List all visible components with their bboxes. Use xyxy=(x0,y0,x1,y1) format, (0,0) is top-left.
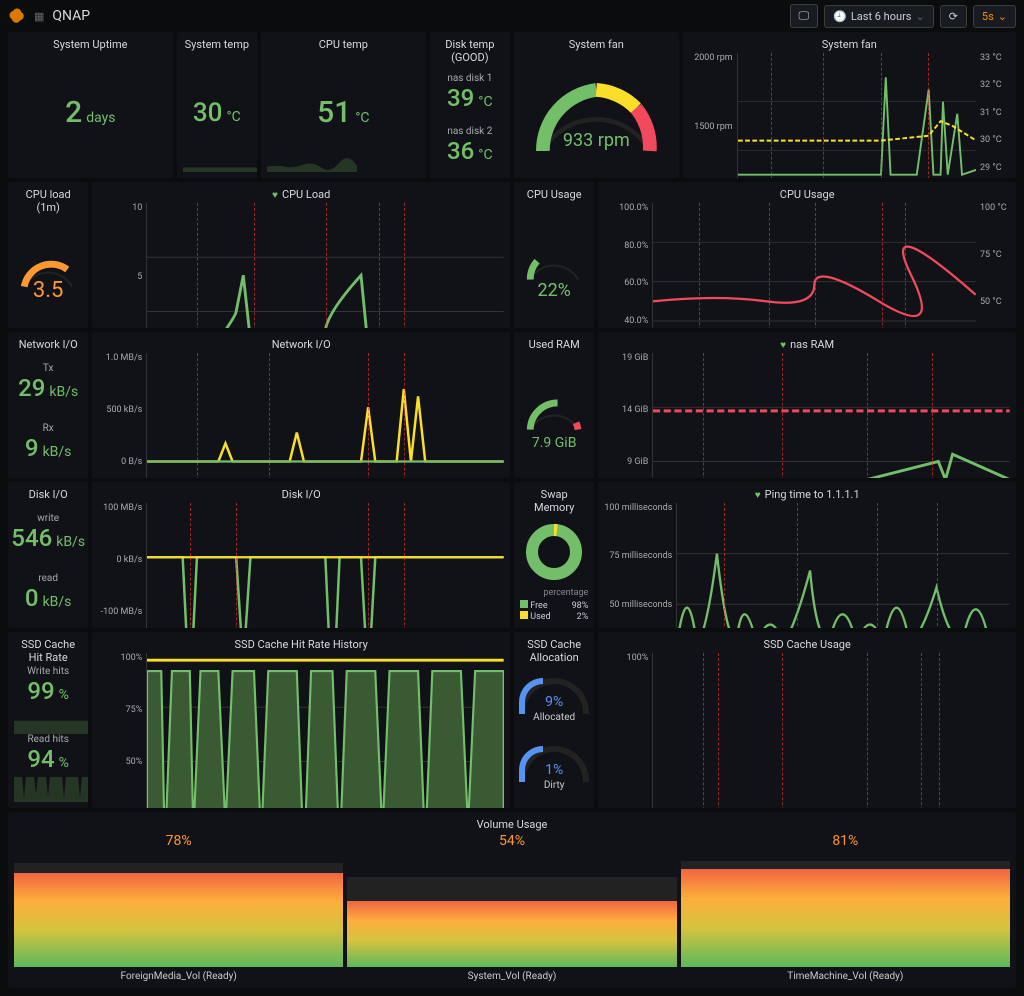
panel-title: SSD Cache Hit Rate History xyxy=(98,638,504,651)
panel-title: Used RAM xyxy=(520,338,588,351)
y-axis-left: 100.0%80.0%60.0%40.0%20.0%0% xyxy=(604,203,652,328)
time-range-button[interactable]: 🕘 Last 6 hours ⌄ xyxy=(824,5,934,28)
volume-item: 78% ForeignMedia_Vol (Ready) xyxy=(14,833,343,982)
panel-title: CPU temp xyxy=(267,38,420,51)
panel-title: CPU Usage xyxy=(604,188,1010,201)
graph-area[interactable] xyxy=(146,503,504,628)
dashboard-title[interactable]: QNAP xyxy=(52,8,90,24)
panel-title: ♥nas RAM xyxy=(604,338,1010,351)
panel-title: System fan xyxy=(689,38,1010,51)
sparkline xyxy=(14,712,88,734)
panel-title: System fan xyxy=(520,38,673,51)
graph-area[interactable] xyxy=(652,203,976,328)
panel-net-io-graph[interactable]: Network I/O 1.0 MB/s500 kB/s0 B/s-500 kB… xyxy=(92,332,510,478)
page-header: ▦ QNAP 🖵 🕘 Last 6 hours ⌄ ⟳ 5s ⌄ xyxy=(0,0,1024,32)
panel-title: Disk I/O xyxy=(14,488,82,501)
y-axis-left: 100%75%50%25%0% xyxy=(98,653,146,808)
panel-title: System Uptime xyxy=(14,38,167,51)
panel-title: Disk temp (GOOD) xyxy=(436,38,504,64)
refresh-button[interactable]: ⟳ xyxy=(940,5,967,28)
volume-item: 81% TimeMachine_Vol (Ready) xyxy=(681,833,1010,982)
heart-icon: ♥ xyxy=(780,340,786,351)
panel-title: CPU Usage xyxy=(520,188,588,201)
panel-title: Swap Memory xyxy=(520,488,588,514)
volume-bar xyxy=(347,877,676,967)
panel-disk-io-graph[interactable]: Disk I/O 100 MB/s0 kB/s-100 MB/s-200 MB/… xyxy=(92,482,510,628)
panel-ping-graph[interactable]: ♥Ping time to 1.1.1.1 100 milliseconds75… xyxy=(598,482,1016,628)
panel-title: SSD Cache Allocation xyxy=(520,638,588,664)
graph-area[interactable] xyxy=(652,353,1010,478)
gauge-value: 22% xyxy=(520,280,588,301)
panel-net-io-stat[interactable]: Network I/O Tx29kB/s Rx9kB/s xyxy=(8,332,88,478)
panel-used-ram-gauge[interactable]: Used RAM 7.9 GiB xyxy=(514,332,594,478)
panel-swap[interactable]: Swap Memory percentage Free98% Used2% xyxy=(514,482,594,628)
panel-ssd-hit-stat[interactable]: SSD Cache Hit Rate Write hits99% Read hi… xyxy=(8,632,88,808)
panel-system-fan-graph[interactable]: System fan 2000 rpm1500 rpm1000 rpm 33 °… xyxy=(683,32,1016,178)
panel-title: ♥CPU Load xyxy=(98,188,504,201)
y-axis-left: 19 GiB14 GiB9 GiB5 GiB0 B xyxy=(604,353,652,478)
gauge-icon xyxy=(520,242,588,283)
sparkline xyxy=(267,154,357,172)
panel-system-fan-gauge[interactable]: System fan 933 rpm xyxy=(514,32,679,178)
panel-title: SSD Cache Hit Rate xyxy=(14,638,82,664)
gauge-icon xyxy=(520,392,588,433)
panel-cpu-usage-graph[interactable]: CPU Usage 100.0%80.0%60.0%40.0%20.0%0% 1… xyxy=(598,182,1016,328)
panel-title: SSD Cache Usage xyxy=(604,638,1010,651)
volume-item: 54% System_Vol (Ready) xyxy=(347,833,676,982)
panel-disk-io-stat[interactable]: Disk I/O write546kB/s read0kB/s xyxy=(8,482,88,628)
heart-icon: ♥ xyxy=(272,190,278,201)
grafana-logo-icon xyxy=(8,7,26,25)
graph-area[interactable] xyxy=(146,203,504,328)
y-axis-left: 100%0% xyxy=(604,653,652,808)
gauge-value: 933 rpm xyxy=(520,130,673,151)
panel-title: System temp xyxy=(183,38,251,51)
graph-area[interactable] xyxy=(652,653,1010,808)
graph-area[interactable] xyxy=(146,653,504,808)
gauge-value: 3.5 xyxy=(14,278,82,303)
graph-area[interactable] xyxy=(676,503,1010,628)
panel-ssd-usage[interactable]: SSD Cache Usage 100%0% 16:0017:0018:0019… xyxy=(598,632,1016,808)
y-axis-left: 1050-5 xyxy=(98,203,146,328)
panel-title: Volume Usage xyxy=(14,818,1010,831)
dashboard-icon[interactable]: ▦ xyxy=(34,10,44,23)
gauge-value: 7.9 GiB xyxy=(520,435,588,451)
sparkline xyxy=(183,154,257,172)
heart-icon: ♥ xyxy=(755,490,761,501)
panel-disk-temp[interactable]: Disk temp (GOOD) nas disk 139°C nas disk… xyxy=(430,32,510,178)
volume-bars: 78% ForeignMedia_Vol (Ready) 54% System_… xyxy=(14,833,1010,982)
volume-bar xyxy=(681,861,1010,967)
panel-cpu-usage-gauge[interactable]: CPU Usage 22% xyxy=(514,182,594,328)
tv-mode-button[interactable]: 🖵 xyxy=(790,4,819,28)
y-axis-right: 100 °C75 °C50 °C25 °C0 °C xyxy=(976,203,1010,328)
y-axis-left: 100 milliseconds75 milliseconds50 millis… xyxy=(604,503,676,628)
graph-area[interactable] xyxy=(737,53,976,178)
y-axis-left: 100 MB/s0 kB/s-100 MB/s-200 MB/s-300 MB/… xyxy=(98,503,146,628)
sparkline xyxy=(14,774,88,802)
panel-cpu-load-graph[interactable]: ♥CPU Load 1050-5 16:0017:0018:0019:00 xyxy=(92,182,510,328)
y-axis-right: 33 °C32 °C31 °C30 °C29 °C28 °C xyxy=(976,53,1010,178)
panel-ssd-allocation[interactable]: SSD Cache Allocation 9%Allocated 1%Dirty xyxy=(514,632,594,808)
panel-title: Network I/O xyxy=(98,338,504,351)
panel-ssd-history[interactable]: SSD Cache Hit Rate History 100%75%50%25%… xyxy=(92,632,510,808)
panel-title: Network I/O xyxy=(14,338,82,351)
panel-title: Disk I/O xyxy=(98,488,504,501)
panel-uptime[interactable]: System Uptime 2days xyxy=(8,32,173,178)
y-axis-left: 2000 rpm1500 rpm1000 rpm xyxy=(689,53,737,178)
y-axis-left: 1.0 MB/s500 kB/s0 B/s-500 kB/s-1.0 MB/s xyxy=(98,353,146,478)
refresh-interval-button[interactable]: 5s ⌄ xyxy=(973,5,1016,28)
panel-cpu-load-gauge[interactable]: CPU load (1m) 3.5 xyxy=(8,182,88,328)
graph-area[interactable] xyxy=(146,353,504,478)
donut-chart xyxy=(524,522,584,582)
volume-bar xyxy=(14,863,343,967)
panel-volume-usage[interactable]: Volume Usage 78% ForeignMedia_Vol (Ready… xyxy=(8,812,1016,988)
panel-title: ♥Ping time to 1.1.1.1 xyxy=(604,488,1010,501)
panel-ram-graph[interactable]: ♥nas RAM 19 GiB14 GiB9 GiB5 GiB0 B 16:00… xyxy=(598,332,1016,478)
panel-title: CPU load (1m) xyxy=(14,188,82,214)
panel-system-temp[interactable]: System temp 30°C xyxy=(177,32,257,178)
panel-cpu-temp[interactable]: CPU temp 51°C xyxy=(261,32,426,178)
